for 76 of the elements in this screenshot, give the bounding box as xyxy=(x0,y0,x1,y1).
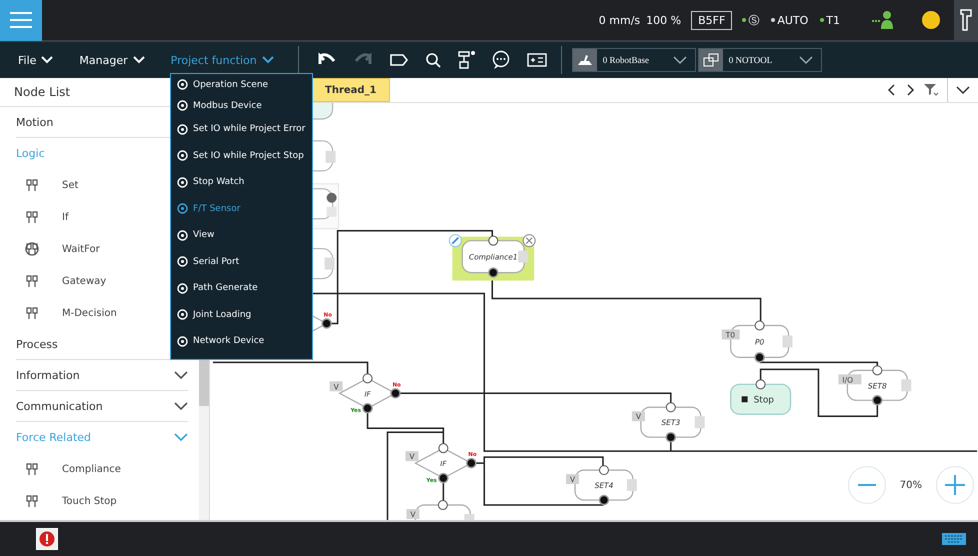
chevron-down-icon xyxy=(41,56,54,64)
output-port[interactable] xyxy=(598,494,610,506)
chevron-down-icon xyxy=(262,56,274,64)
output-port[interactable] xyxy=(390,388,401,399)
node-setting-icon xyxy=(782,335,793,348)
zoom-in-button[interactable] xyxy=(936,466,974,504)
output-port[interactable] xyxy=(362,403,373,414)
status-label: T1 xyxy=(826,14,840,26)
output-port[interactable] xyxy=(754,352,765,363)
chevron-down-icon xyxy=(956,86,970,94)
node-item[interactable]: Touch Stop xyxy=(16,485,188,517)
input-port[interactable] xyxy=(872,365,882,376)
person-icon xyxy=(872,10,894,30)
tool-icon xyxy=(702,53,719,67)
output-port[interactable] xyxy=(438,472,449,484)
input-port[interactable] xyxy=(754,320,765,330)
status-light-icon xyxy=(922,11,940,29)
input-port[interactable] xyxy=(488,236,498,246)
base-icon xyxy=(576,53,593,67)
status-label: Ⓢ xyxy=(748,12,760,28)
tool-select[interactable]: 0 NOTOOL xyxy=(698,48,822,72)
status-label: AUTO xyxy=(777,14,808,26)
output-port[interactable] xyxy=(666,432,676,442)
menu-tab[interactable]: Manager xyxy=(71,54,153,66)
chevron-down-icon xyxy=(798,56,813,64)
output-port[interactable] xyxy=(488,267,498,278)
node-body xyxy=(462,240,525,274)
node-setting-icon xyxy=(626,479,637,492)
edit-icon[interactable] xyxy=(448,234,462,248)
chevron-down-icon xyxy=(672,56,687,64)
chat-icon[interactable] xyxy=(490,50,511,70)
alert-icon xyxy=(39,531,55,547)
output-port[interactable] xyxy=(466,458,477,468)
output-port[interactable] xyxy=(321,318,332,329)
chevron-right-icon[interactable] xyxy=(905,84,915,96)
output-port[interactable] xyxy=(872,395,883,406)
flow-icon[interactable] xyxy=(456,50,475,70)
input-port[interactable] xyxy=(438,500,448,510)
zoom-level: 70% xyxy=(900,480,922,490)
input-port[interactable] xyxy=(598,465,609,476)
input-port[interactable] xyxy=(362,373,373,384)
input-port[interactable] xyxy=(666,402,676,412)
chevron-down-icon xyxy=(132,56,145,64)
zoom-out-button[interactable] xyxy=(848,466,886,504)
section-header[interactable]: Information xyxy=(16,360,188,391)
node-setting-icon xyxy=(694,416,705,428)
node-setting-icon xyxy=(464,514,474,520)
keyboard-icon[interactable] xyxy=(942,533,966,545)
filter-icon[interactable] xyxy=(923,83,939,97)
robot-arm-button[interactable] xyxy=(954,0,978,40)
minus-icon xyxy=(858,484,876,486)
base-select[interactable]: 0 RobotBase xyxy=(572,48,696,72)
plus-icon xyxy=(945,475,965,495)
menu-tab[interactable]: File xyxy=(10,54,62,66)
menu-button[interactable] xyxy=(0,0,42,41)
status-code: B5FF xyxy=(691,10,732,30)
node-setting-icon xyxy=(518,250,528,263)
node-label: Stop xyxy=(754,395,774,406)
node-body xyxy=(730,384,792,415)
tag-icon[interactable] xyxy=(388,52,409,68)
panel-icon[interactable] xyxy=(526,52,547,68)
node-item[interactable]: Compliance xyxy=(16,453,188,485)
input-port[interactable] xyxy=(756,379,766,390)
speed-override: 100 % xyxy=(646,14,682,26)
section-header[interactable]: Communication xyxy=(16,391,188,422)
chevron-left-icon[interactable] xyxy=(887,84,897,96)
node-body xyxy=(640,406,702,438)
menu-tab[interactable]: Project function xyxy=(162,54,282,66)
input-port[interactable] xyxy=(438,443,448,454)
close-icon[interactable] xyxy=(522,234,536,248)
flow-node[interactable]: Stop xyxy=(730,379,792,415)
menu-icon xyxy=(10,11,32,29)
speed-reading: 0 mm/s xyxy=(598,14,640,26)
search-icon[interactable] xyxy=(424,52,441,68)
thread-tab[interactable]: Thread_1 xyxy=(312,78,390,102)
error-button[interactable] xyxy=(36,528,58,550)
